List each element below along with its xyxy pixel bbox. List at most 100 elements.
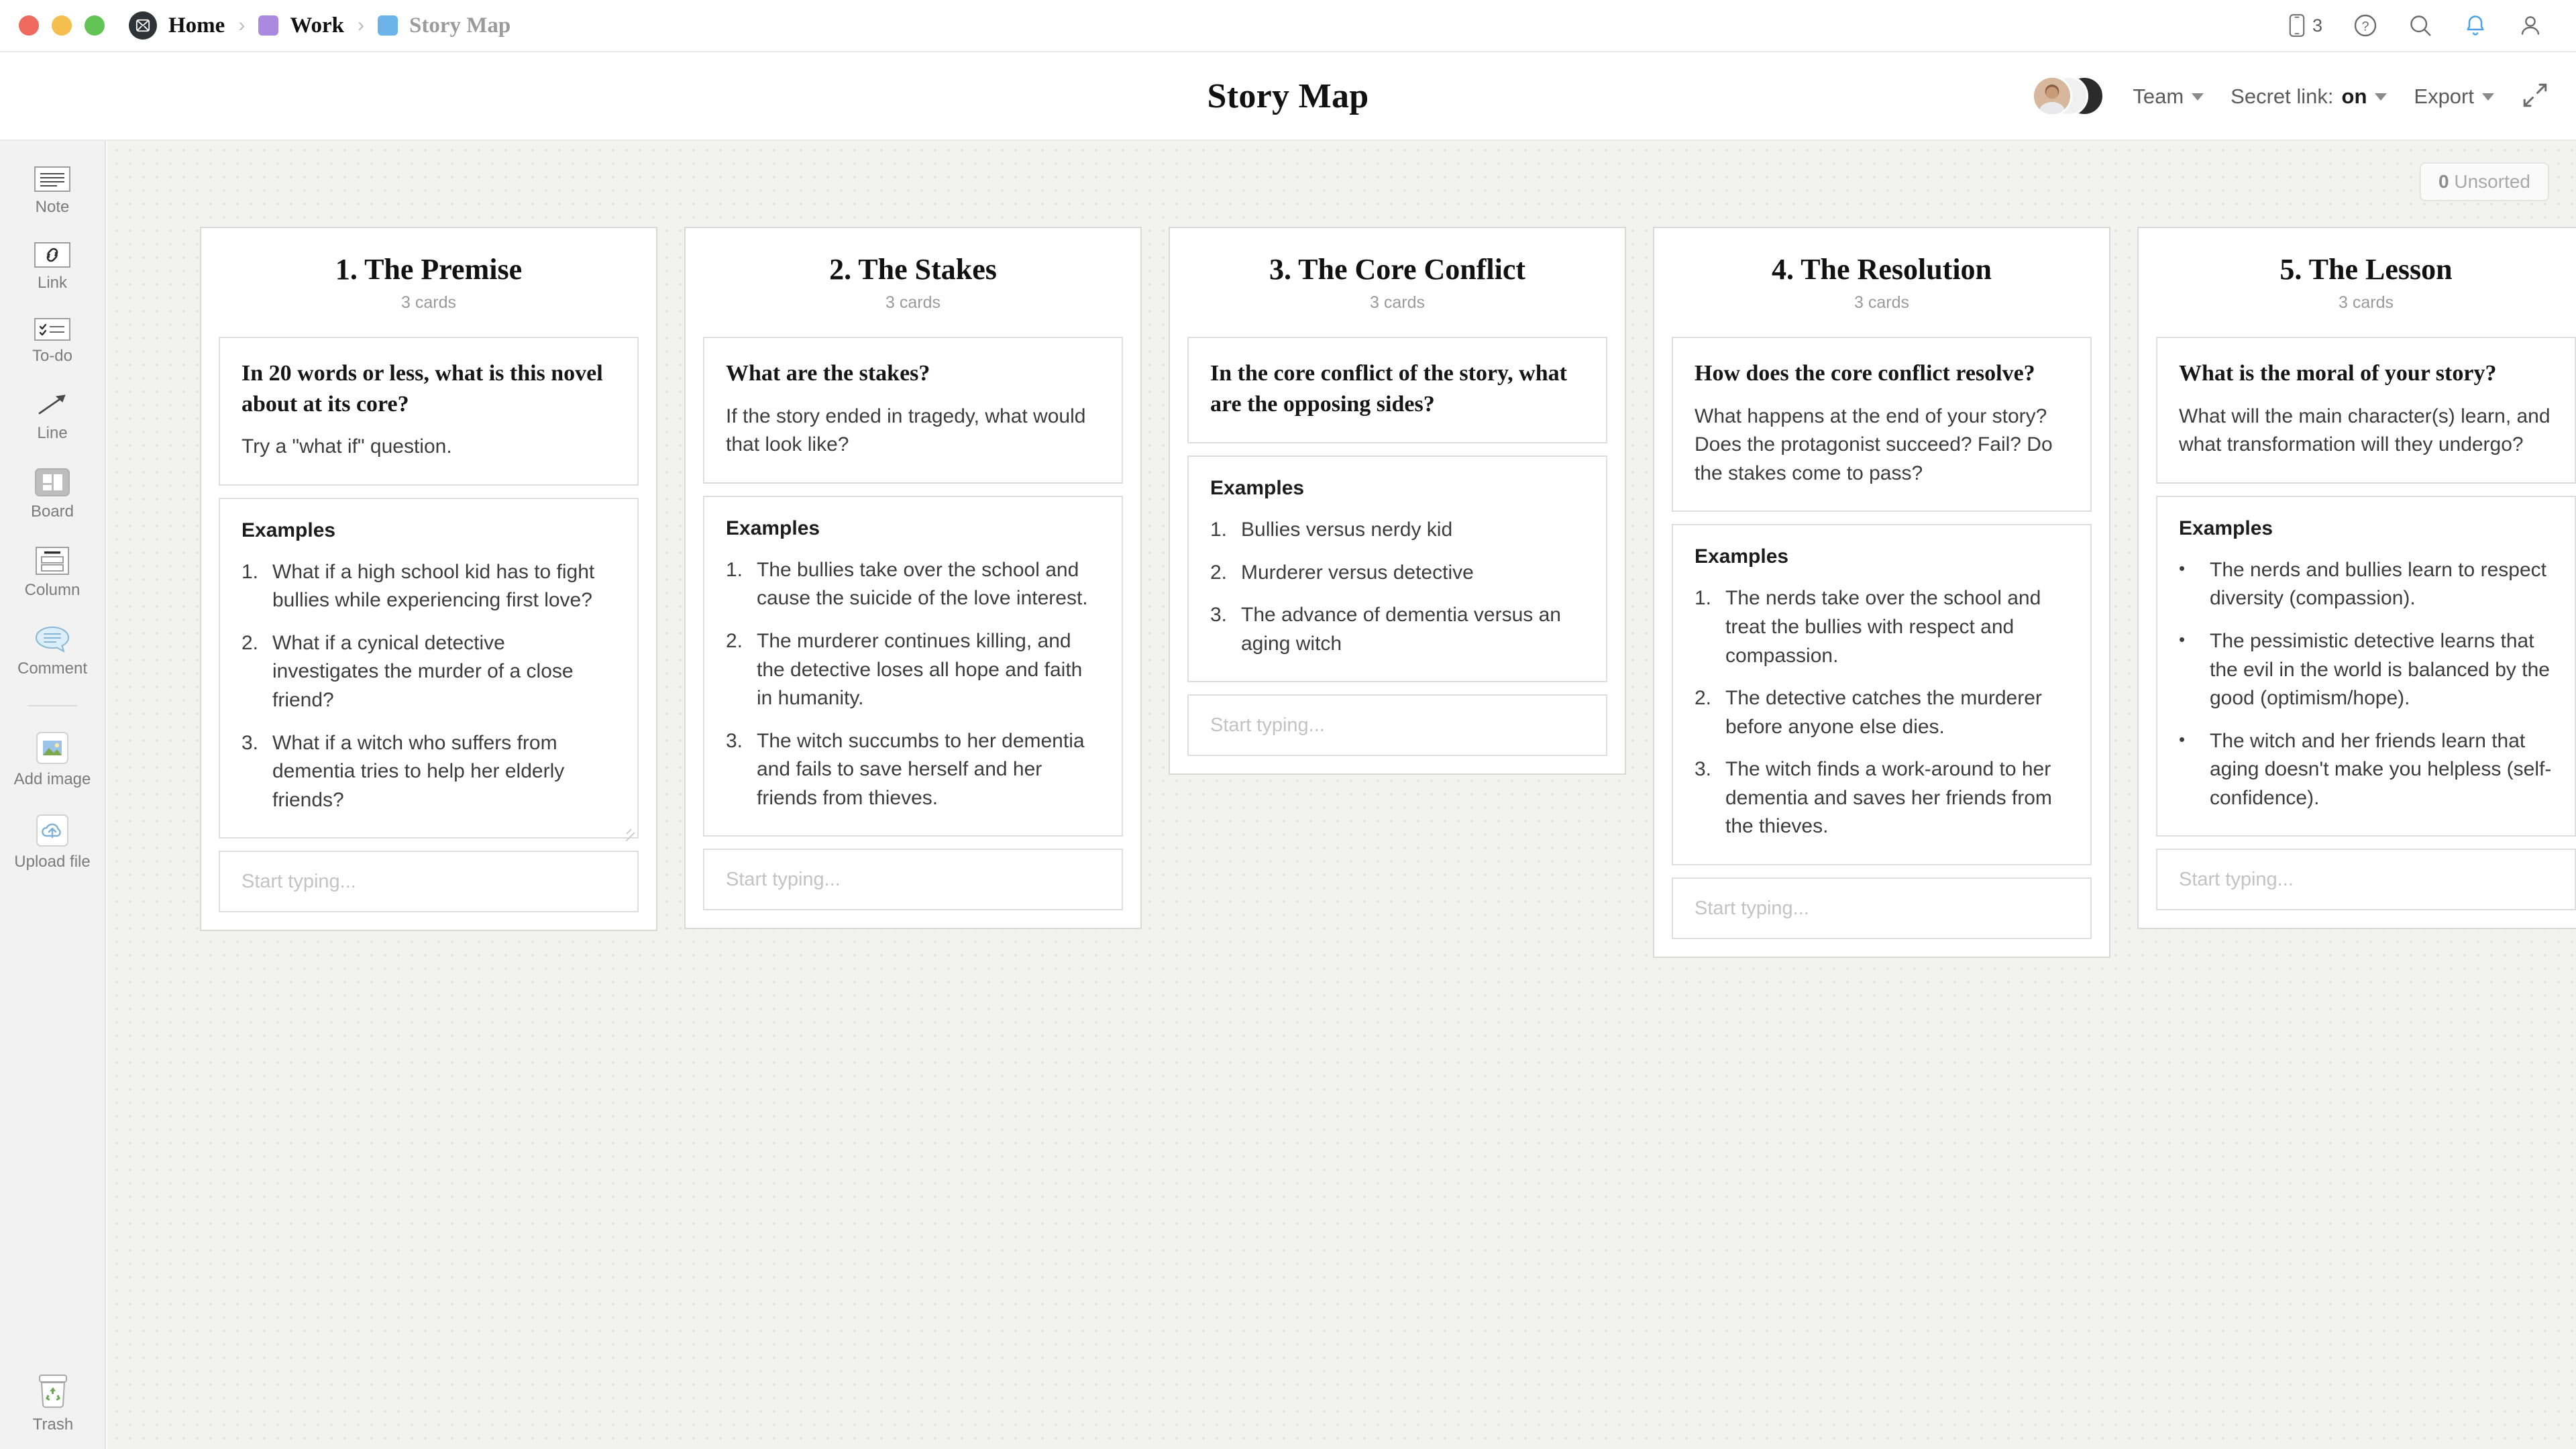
maximize-window-button[interactable] <box>85 15 105 36</box>
sidebar-tool-board[interactable]: Board <box>0 468 105 521</box>
tools-sidebar: Note Link To-do Line Board Column Commen… <box>0 141 106 1449</box>
board-column[interactable]: 4. The Resolution 3 cards How does the c… <box>1653 227 2110 959</box>
new-card-input[interactable]: Start typing... <box>1672 877 2092 940</box>
new-card-input[interactable]: Start typing... <box>1187 694 1607 757</box>
list-item-text: The witch succumbs to her dementia and f… <box>757 729 1085 809</box>
board-canvas[interactable]: 0 Unsorted 1. The Premise 3 cards In 20 … <box>107 141 2576 1449</box>
expand-collapse-icon[interactable] <box>2521 81 2549 113</box>
minimize-window-button[interactable] <box>52 15 72 36</box>
secret-link-value: on <box>2341 85 2367 108</box>
column-header: 1. The Premise 3 cards <box>219 228 639 325</box>
breadcrumb-item-work[interactable]: Work <box>290 13 344 38</box>
board-column[interactable]: 1. The Premise 3 cards In 20 words or le… <box>200 227 657 932</box>
breadcrumb-item-story-map[interactable]: Story Map <box>409 13 511 38</box>
search-icon[interactable] <box>2408 13 2432 38</box>
list-marker: 3. <box>726 729 743 752</box>
column-title: 1. The Premise <box>335 253 523 286</box>
new-card-input[interactable]: Start typing... <box>703 849 1123 911</box>
examples-heading: Examples <box>241 519 336 541</box>
new-card-input[interactable]: Start typing... <box>2156 849 2576 911</box>
new-card-placeholder: Start typing... <box>1695 897 1809 919</box>
sidebar-tool-label: Upload file <box>14 853 91 871</box>
list-item-text: The advance of dementia versus an aging … <box>1241 604 1561 655</box>
export-menu-label: Export <box>2414 85 2474 108</box>
examples-card[interactable]: Examples • The nerds and bullies learn to… <box>2156 495 2576 837</box>
sidebar-tool-trash[interactable]: Trash <box>0 1373 106 1434</box>
phone-badge-count: 3 <box>2312 15 2322 36</box>
upload-file-icon <box>36 814 68 847</box>
prompt-card[interactable]: How does the core conflict resolve? What… <box>1672 337 2092 513</box>
sidebar-tool-label: To-do <box>32 347 73 365</box>
examples-card[interactable]: Examples 1. What if a high school kid has… <box>219 497 639 842</box>
sidebar-tool-note[interactable]: Note <box>0 166 105 217</box>
trash-icon <box>34 1373 72 1409</box>
team-avatar-stack[interactable] <box>2032 76 2106 117</box>
avatar <box>2032 76 2073 116</box>
examples-card[interactable]: Examples 1. Bullies versus nerdy kid 2. Mu… <box>1187 455 1607 683</box>
chevron-down-icon <box>2192 93 2204 101</box>
window-titlebar: Home › Work › Story Map 3 ? <box>0 0 2576 52</box>
list-item: 3. The advance of dementia versus an agin… <box>1210 601 1585 658</box>
list-item: 3. The witch finds a work-around to her d… <box>1695 755 2069 841</box>
list-item-text: What if a witch who suffers from dementi… <box>272 731 565 811</box>
unsorted-label: Unsorted <box>2454 171 2530 192</box>
close-window-button[interactable] <box>19 15 39 36</box>
note-icon <box>34 166 70 192</box>
list-item-text: The bullies take over the school and cau… <box>757 558 1088 610</box>
titlebar-actions: 3 ? <box>2287 13 2542 38</box>
sidebar-tool-link[interactable]: Link <box>0 242 105 292</box>
unsorted-badge[interactable]: 0 Unsorted <box>2420 162 2549 201</box>
breadcrumb-item-home[interactable]: Home <box>168 13 225 38</box>
examples-card[interactable]: Examples 1. The nerds take over the schoo… <box>1672 524 2092 866</box>
sidebar-tool-comment[interactable]: Comment <box>0 625 105 678</box>
list-item-text: The pessimistic detective learns that th… <box>2210 629 2550 710</box>
svg-text:?: ? <box>2362 19 2369 34</box>
column-card-count: 3 cards <box>1854 293 1909 312</box>
new-card-input[interactable]: Start typing... <box>219 851 639 913</box>
list-item: • The nerds and bullies learn to respect … <box>2179 556 2553 613</box>
help-icon[interactable]: ? <box>2353 13 2377 38</box>
secret-link-menu-button[interactable]: Secret link: on <box>2231 85 2387 109</box>
board-column[interactable]: 5. The Lesson 3 cards What is the moral … <box>2137 227 2576 930</box>
list-marker: 1. <box>241 560 259 583</box>
sidebar-tool-line[interactable]: Line <box>0 391 105 443</box>
link-icon <box>34 242 70 268</box>
notification-bell-icon[interactable] <box>2463 13 2487 38</box>
list-item-text: Bullies versus nerdy kid <box>1241 519 1453 541</box>
export-menu-button[interactable]: Export <box>2414 85 2494 109</box>
user-account-icon[interactable] <box>2518 13 2542 38</box>
board-column[interactable]: 3. The Core Conflict 3 cards In the core… <box>1169 227 1626 775</box>
breadcrumb-separator: › <box>238 14 246 36</box>
sidebar-tool-add-image[interactable]: Add image <box>0 732 105 789</box>
prompt-card[interactable]: What is the moral of your story? What wi… <box>2156 337 2576 484</box>
list-item: 1. What if a high school kid has to fight… <box>241 558 616 615</box>
column-header: 2. The Stakes 3 cards <box>703 228 1123 325</box>
app-logo-icon[interactable] <box>129 11 157 40</box>
prompt-card[interactable]: In 20 words or less, what is this novel … <box>219 337 639 486</box>
prompt-card[interactable]: What are the stakes? If the story ended … <box>703 337 1123 484</box>
list-marker: 2. <box>241 631 259 654</box>
comment-icon <box>34 625 71 653</box>
sidebar-divider <box>28 705 77 706</box>
prompt-card-title: In the core conflict of the story, what … <box>1210 361 1567 417</box>
new-card-placeholder: Start typing... <box>2179 868 2294 890</box>
prompt-card-title: In 20 words or less, what is this novel … <box>241 361 603 417</box>
column-header: 5. The Lesson 3 cards <box>2156 228 2576 325</box>
team-menu-button[interactable]: Team <box>2133 85 2204 109</box>
list-marker: 2. <box>726 629 743 652</box>
list-item-text: The detective catches the murderer befor… <box>1725 687 2042 738</box>
prompt-card[interactable]: In the core conflict of the story, what … <box>1187 337 1607 444</box>
prompt-card-body: What will the main character(s) learn, a… <box>2179 405 2551 456</box>
sidebar-tool-upload-file[interactable]: Upload file <box>0 814 105 871</box>
phone-icon[interactable]: 3 <box>2287 14 2322 37</box>
document-header-actions: Team Secret link: on Export <box>2032 52 2549 141</box>
sidebar-tool-todo[interactable]: To-do <box>0 318 105 366</box>
breadcrumb-separator: › <box>358 14 364 36</box>
board-column[interactable]: 2. The Stakes 3 cards What are the stake… <box>684 227 1142 930</box>
sidebar-tool-column[interactable]: Column <box>0 547 105 600</box>
list-item: • The pessimistic detective learns that t… <box>2179 627 2553 713</box>
examples-card[interactable]: Examples 1. The bullies take over the sch… <box>703 495 1123 837</box>
examples-list: 1. Bullies versus nerdy kid 2. Murderer ve… <box>1210 516 1585 658</box>
breadcrumb: Home › Work › Story Map <box>129 11 511 40</box>
card-resize-handle[interactable] <box>621 821 635 842</box>
